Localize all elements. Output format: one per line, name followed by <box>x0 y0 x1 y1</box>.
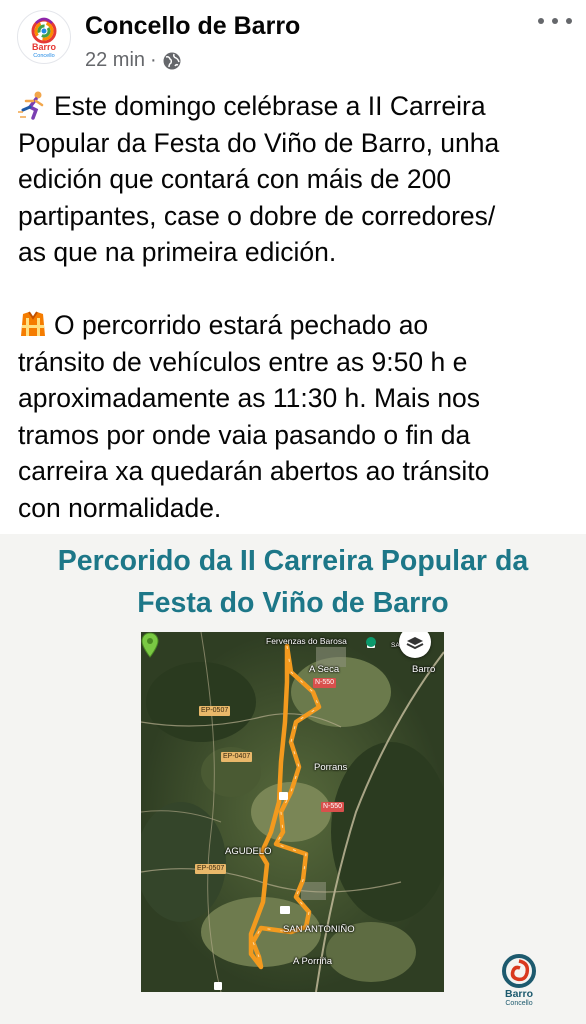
image-title-line: Festa do Viño de Barro <box>137 587 449 619</box>
text-line: as que na primeira edición. <box>18 237 337 267</box>
map-label-agudelo: AGUDELO <box>225 846 272 857</box>
route-map: Fervenzas do Barosa SAN AN A Seca Barro … <box>141 632 444 992</box>
map-label-san-antonino: SAN ANTONIÑO <box>283 924 355 935</box>
barro-brand-logo: Barro Concello <box>499 953 539 1013</box>
post-timestamp[interactable]: 22 min <box>85 49 145 72</box>
barro-logo-icon: Barro Concello <box>31 17 57 59</box>
meta-separator: · <box>150 49 157 71</box>
post-meta: 22 min · <box>85 49 182 72</box>
text-line: aproximadamente as 11:30 h. Mais nos <box>18 383 481 413</box>
map-pin-icon <box>141 632 159 658</box>
satellite-terrain <box>141 632 444 992</box>
barro-swirl-icon <box>502 954 536 988</box>
text-line: Popular da Festa do Viño de Barro, unha <box>18 127 500 158</box>
road-badge-ep0507-bottom: EP-0507 <box>195 864 227 874</box>
text-line: tramos por onde vaia pasando o fin da <box>18 419 471 450</box>
layers-icon <box>406 637 424 650</box>
map-label-a-porrina: A Porriña <box>293 956 333 967</box>
road-badge-n550: N-550 <box>313 678 337 688</box>
image-title-line: Percorido da II Carreira Popular da <box>57 545 529 577</box>
map-layers-button <box>399 632 431 658</box>
more-dot-icon <box>566 18 572 24</box>
map-label-barro: Barro <box>412 664 436 675</box>
map-label-a-seca: A Seca <box>309 664 340 675</box>
road-badge-n550-mid: N-550 <box>321 802 345 812</box>
map-label-fervenzas: Fervenzas do Barosa <box>266 636 347 646</box>
road-badge-ep0507: EP-0507 <box>199 706 231 716</box>
text-line: carreira xa quedarán abertos ao tránsito <box>18 456 490 486</box>
text-line: edición que contará con máis de 200 <box>18 164 452 194</box>
more-options-button[interactable] <box>538 14 572 28</box>
paragraph-race: Este domingo celébrase a II Carreira Pop… <box>18 88 573 271</box>
image-title: Percorido da II Carreira Popular da Fest… <box>0 540 586 624</box>
text-line: Este domingo celébrase a II Carreira <box>18 88 573 125</box>
page-avatar[interactable]: Barro Concello <box>17 10 71 64</box>
safety-vest-emoji-icon <box>21 311 45 336</box>
text-line: tránsito de vehículos entre as 9:50 h e <box>18 346 468 377</box>
page-name-link[interactable]: Concello de Barro <box>85 12 300 41</box>
svg-text:Barro: Barro <box>32 42 57 52</box>
runner-emoji-icon <box>18 91 44 120</box>
globe-icon[interactable] <box>162 51 182 71</box>
road-badge-ep0407: EP-0407 <box>221 752 253 762</box>
text-line: O percorrido estará pechado ao <box>18 307 573 344</box>
post-image[interactable]: Percorido da II Carreira Popular da Fest… <box>0 534 586 1024</box>
post-header: Barro Concello Concello de Barro 22 min … <box>0 0 586 82</box>
brand-text: Barro <box>504 988 533 1000</box>
more-dot-icon <box>538 18 544 24</box>
brand-subtext: Concello <box>505 1000 533 1007</box>
more-dot-icon <box>552 18 558 24</box>
map-label-porrans: Porrans <box>314 762 348 773</box>
text-line: partipantes, case o dobre de corredores/ <box>18 200 496 231</box>
text-line: con normalidade. <box>18 492 222 523</box>
svg-text:Concello: Concello <box>33 53 54 59</box>
paragraph-traffic: O percorrido estará pechado ao tránsito … <box>18 307 573 526</box>
post-body: Este domingo celébrase a II Carreira Pop… <box>18 88 573 526</box>
